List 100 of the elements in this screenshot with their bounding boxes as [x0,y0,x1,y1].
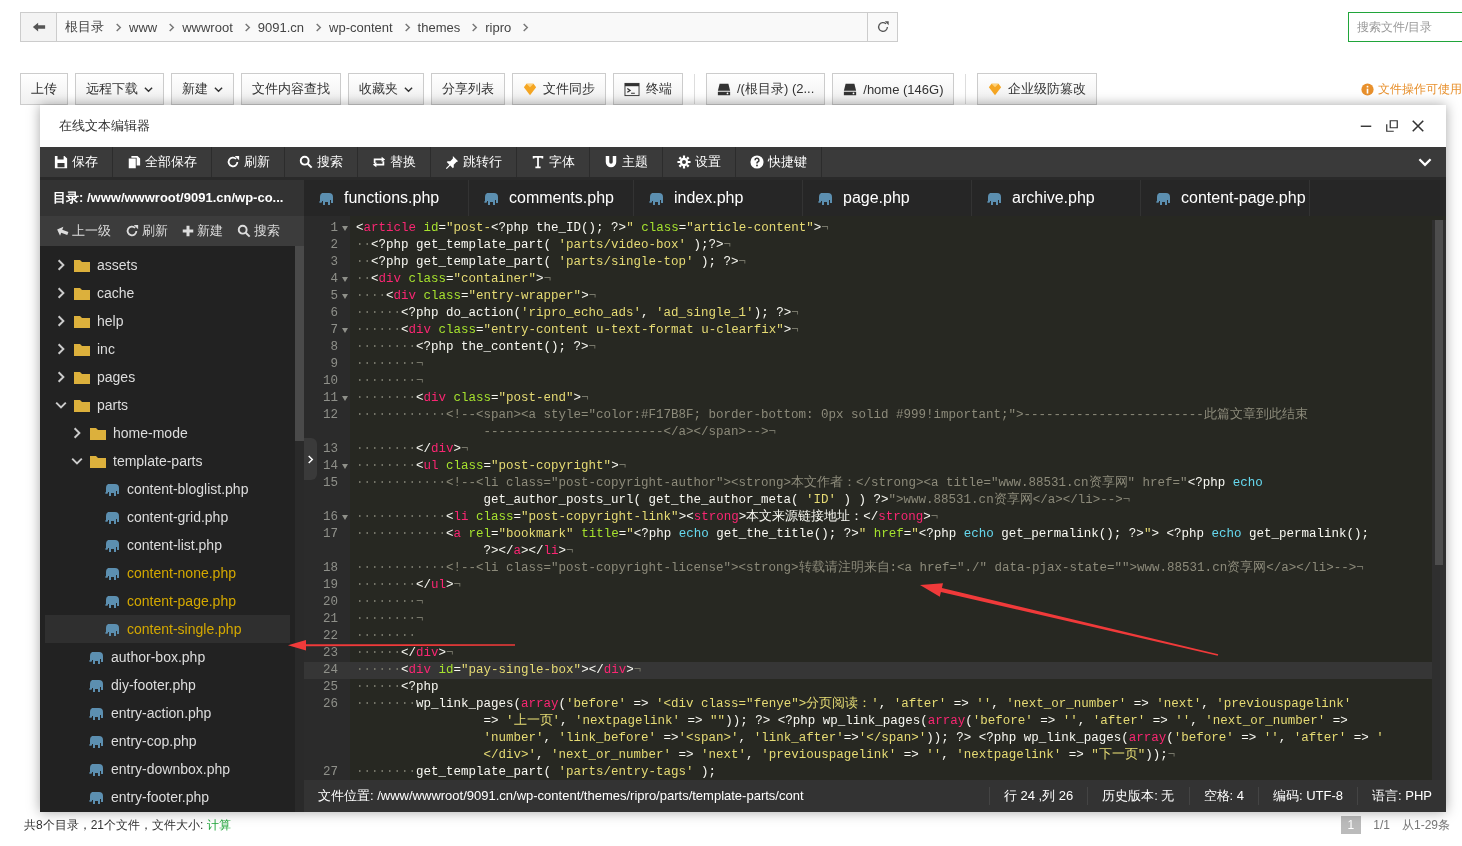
code-line: ------------------------</a></span>-->¬ [482,424,777,441]
line-number: 18 [323,560,339,577]
help-icon [750,155,764,169]
breadcrumb-link[interactable]: www [129,19,158,35]
elephant-icon [104,482,120,496]
elephant-icon [88,706,104,720]
fold-arrow-icon[interactable] [342,294,348,299]
toolbar-button[interactable]: 新建 [171,73,234,105]
chevron-right-icon [114,22,123,32]
tree-item[interactable]: entry-cop.php [45,727,290,755]
tree-item[interactable]: help [45,307,290,335]
search-field[interactable]: 搜索文件/目录 [1348,12,1462,42]
tree-item[interactable]: home-mode [45,419,290,447]
toolbar-button[interactable]: 文件同步 [512,73,606,105]
back-arrow-icon [31,20,46,34]
tree-item[interactable]: pages [45,363,290,391]
line-number: 12 [323,407,339,424]
fold-arrow-icon[interactable] [342,396,348,401]
fold-arrow-icon[interactable] [342,328,348,333]
code-line: ······<?php do_action('ripro_echo_ads', 'ad_single_1'); ?>¬ [356,305,799,322]
tree-item[interactable]: entry-downbox.php [45,755,290,783]
tree-item[interactable]: entry-footer.php [45,783,290,811]
history-version[interactable]: 历史版本: 无 [1087,787,1189,805]
cursor-position: 行 24 ,列 26 [988,787,1088,805]
toolbar-button[interactable]: 分享列表 [431,73,505,105]
toolbar-button[interactable]: /(根目录) (2... [706,73,826,105]
tree-item[interactable]: inc [45,335,290,363]
folder-icon [74,286,90,300]
encoding-setting[interactable]: 编码: UTF-8 [1257,787,1358,805]
elephant-icon [483,191,499,205]
chevron-right-icon [402,22,412,32]
tree-item[interactable]: diy-footer.php [45,671,290,699]
elephant-icon [104,594,120,608]
line-number: 24 [323,662,339,679]
toolbar-button[interactable]: 收藏夹 [348,73,424,105]
fold-arrow-icon[interactable] [342,226,348,231]
tree-item[interactable]: entry-action.php [45,699,290,727]
back-button[interactable] [21,13,57,41]
toolbar-button[interactable]: 上传 [20,73,68,105]
caret-icon [144,84,153,94]
sidebar-button[interactable]: 新建 [182,222,223,240]
toolbar-button[interactable]: 远程下载 [75,73,164,105]
breadcrumb-link[interactable]: wwwroot [182,19,233,35]
tree-item[interactable]: content-grid.php [45,503,290,531]
tree-item[interactable]: cache [45,279,290,307]
language-setting[interactable]: 语言: PHP [1357,787,1446,805]
toolbar-button[interactable]: 终端 [613,73,683,105]
diamond-icon [988,82,1003,96]
tree-item[interactable]: author-box.php [45,643,290,671]
breadcrumb-link[interactable]: 根目录 [65,18,104,36]
toolbar-button[interactable]: /home (146G) [832,73,955,105]
collapse-handle[interactable] [304,438,317,480]
code-line: ······<div class="entry-content u-text-format u-clearfix">¬ [356,322,799,339]
fold-arrow-icon[interactable] [342,277,348,282]
elephant-icon [1155,191,1171,205]
tree-item[interactable]: parts [45,391,290,419]
info-icon [1361,82,1374,96]
tree-item[interactable]: content-page.php [45,587,290,615]
sidebar-button[interactable]: 刷新 [125,222,168,240]
tree-item[interactable]: template-parts [45,447,290,475]
code-line: 'number', 'link_before' =>'<span>', 'link_after'=>'</span>')); ?> <?php wp_link_pages(array('before' => '', 'after' => ' [482,730,1384,747]
breadcrumb-link[interactable]: themes [417,19,461,35]
breadcrumb-link[interactable]: 9091.cn [257,19,304,35]
line-number: 2 [330,237,339,254]
tree-item[interactable]: content-single.php [45,615,290,643]
code-editor[interactable] [304,216,1446,780]
indent-setting[interactable]: 空格: 4 [1188,787,1258,805]
code-line: ········ [356,628,416,645]
folder-icon [90,426,106,440]
fold-arrow-icon[interactable] [342,464,348,469]
sidebar-button[interactable]: 上一级 [56,222,111,240]
line-number: 25 [323,679,339,696]
diamond-icon [523,82,537,96]
breadcrumb-link[interactable]: wp-content [329,19,393,35]
toolbar-button[interactable]: 企业级防篡改 [977,73,1098,105]
code-line: ········</ul>¬ [356,577,462,594]
fold-arrow-icon[interactable] [342,515,348,520]
tree-item[interactable]: content-list.php [45,531,290,559]
file-location: 文件位置: /www/wwwroot/9091.cn/wp-content/themes/ripro/parts/template-parts/cont [317,787,805,805]
tree-item[interactable]: assets [45,251,290,279]
window-title: 在线文本编辑器 [59,117,150,135]
breadcrumb-link[interactable]: ripro [485,19,512,35]
caret-icon [214,84,223,94]
line-number: 23 [323,645,339,662]
code-line: </div>', 'next_or_number' => 'next', 'previouspagelink' => '', 'nextpagelink' => "下一页"));¬ [482,747,1176,764]
code-line: ········get_template_part( 'parts/entry-tags' ); [356,764,717,780]
notice-text: 文件操作可使用 [1378,80,1462,98]
refresh-icon [226,155,240,169]
tree-item[interactable]: content-bloglist.php [45,475,290,503]
magnet-icon [604,155,618,169]
scrollbar[interactable] [1432,220,1446,780]
elephant-icon [817,191,833,205]
line-number: 7 [330,322,339,339]
code-line: ············<a rel="bookmark" title="<?php echo get_the_title(); ?>" href="<?php echo get_permalink(); ?>"> <?php echo get_permalink(); [356,526,1369,543]
code-line: => '上一页', 'nextpagelink' => "")); ?> <?php wp_link_pages(array('before' => '', 'after' => '', 'next_or_number' => [482,713,1348,730]
code-line: ········<ul class="post-copyright">¬ [356,458,627,475]
scrollbar[interactable] [295,246,304,812]
sidebar-button[interactable]: 搜索 [237,222,280,240]
tree-item[interactable]: content-none.php [45,559,290,587]
toolbar-button[interactable]: 文件内容查找 [241,73,341,105]
